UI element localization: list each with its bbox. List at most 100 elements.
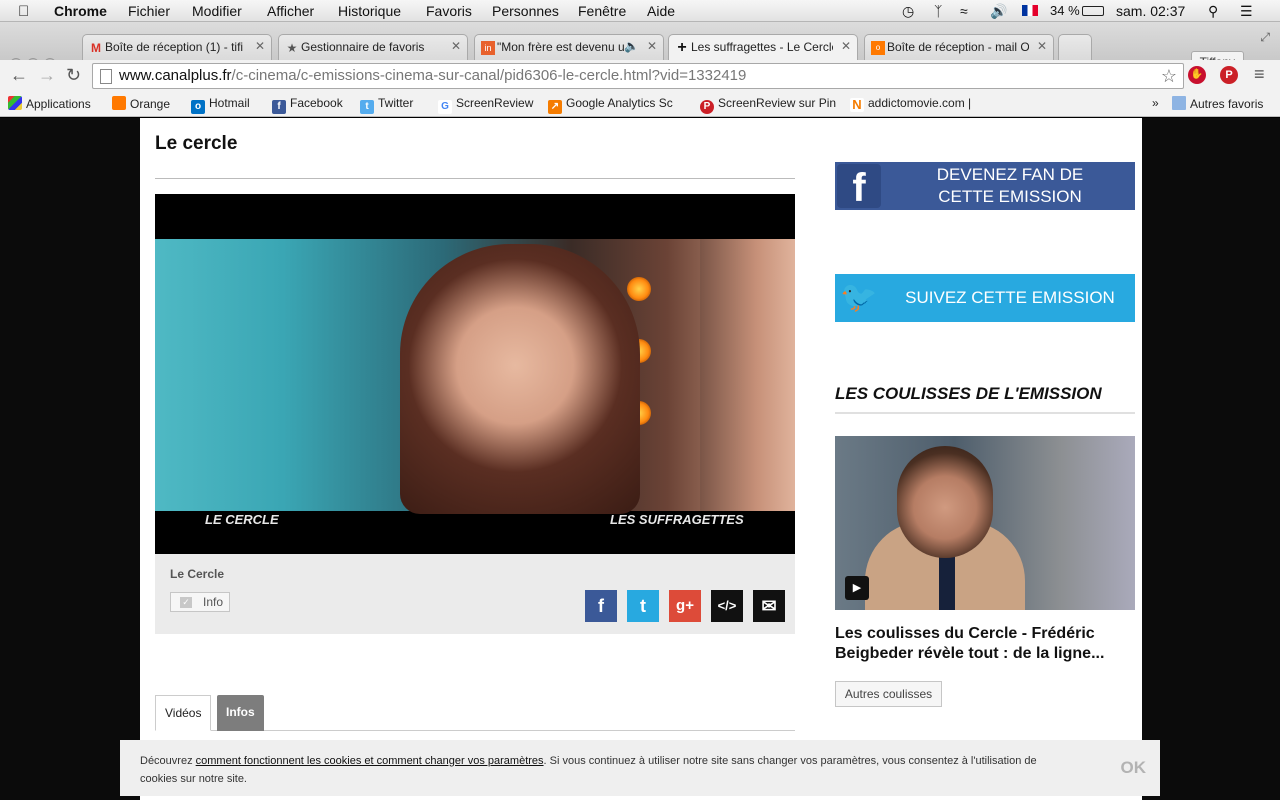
- forward-icon[interactable]: →: [38, 65, 56, 86]
- tab-le-cercle[interactable]: + Les suffragettes - Le Cercle ✕: [668, 34, 858, 61]
- pinterest-extension-icon[interactable]: P: [1220, 66, 1238, 84]
- play-icon[interactable]: ▶: [845, 576, 869, 600]
- bookmark-label: Google Analytics Sc: [566, 96, 673, 110]
- volume-icon[interactable]: 🔊: [990, 3, 1007, 20]
- new-tab-button[interactable]: [1058, 34, 1092, 60]
- close-tab-icon[interactable]: ✕: [1037, 39, 1047, 53]
- twitter-follow-banner[interactable]: 🐦 SUIVEZ CETTE EMISSION: [835, 274, 1135, 322]
- menu-personnes[interactable]: Personnes: [492, 3, 559, 19]
- divider: [155, 178, 795, 179]
- bookmark-screenreview-pinterest[interactable]: P ScreenReview sur Pin: [700, 96, 836, 114]
- tab-label: "Mon frère est devenu u: [497, 40, 625, 54]
- bookmark-google-analytics[interactable]: ↗ Google Analytics Sc: [548, 96, 686, 114]
- info-button-label: Info: [203, 595, 224, 609]
- battery-icon[interactable]: [1082, 6, 1104, 16]
- video-caption-topic: LES SUFFRAGETTES: [610, 512, 744, 527]
- facebook-banner-line1: DEVENEZ FAN DE: [936, 165, 1084, 184]
- address-bar[interactable]: www.canalplus.fr/c-cinema/c-emissions-ci…: [92, 63, 1184, 89]
- pinterest-icon: P: [700, 100, 714, 114]
- menu-app-name[interactable]: Chrome: [54, 3, 107, 19]
- bookmark-label: ScreenReview sur Pin: [718, 96, 836, 110]
- notification-center-icon[interactable]: ☰: [1240, 3, 1253, 20]
- back-icon[interactable]: ←: [10, 65, 28, 86]
- menu-fenetre[interactable]: Fenêtre: [578, 3, 626, 19]
- share-facebook-button[interactable]: f: [585, 590, 617, 622]
- tab-videos[interactable]: Vidéos: [155, 695, 212, 731]
- spotlight-search-icon[interactable]: ⚲: [1208, 3, 1218, 20]
- coulisses-heading: LES COULISSES DE L'EMISSION: [835, 384, 1135, 414]
- wifi-icon[interactable]: ≈: [960, 3, 968, 19]
- autres-coulisses-button[interactable]: Autres coulisses: [835, 681, 942, 707]
- tab-gmail[interactable]: M Boîte de réception (1) - tifi ✕: [82, 34, 272, 60]
- close-tab-icon[interactable]: ✕: [451, 39, 461, 53]
- cookie-ok-button[interactable]: OK: [1121, 758, 1147, 778]
- canalplus-icon: +: [677, 39, 687, 56]
- share-email-button[interactable]: ✉: [753, 590, 785, 622]
- facebook-fan-banner[interactable]: f DEVENEZ FAN DE CETTE EMISSION: [835, 162, 1135, 210]
- clock[interactable]: sam. 02:37: [1116, 3, 1185, 19]
- analytics-icon: ↗: [548, 100, 562, 114]
- tab-orange-mail[interactable]: o Boîte de réception - mail O ✕: [864, 34, 1054, 60]
- menu-aide[interactable]: Aide: [647, 3, 675, 19]
- page-content: Le cercle LE CERCLE LES SUFFRAGETTES Le …: [140, 118, 1142, 800]
- coulisses-video-thumbnail[interactable]: ▶: [835, 436, 1135, 610]
- facebook-icon: f: [272, 100, 286, 114]
- bluetooth-icon[interactable]: ᛉ: [934, 3, 942, 19]
- adblock-extension-icon[interactable]: ✋: [1188, 66, 1206, 84]
- menu-favoris[interactable]: Favoris: [426, 3, 472, 19]
- reload-icon[interactable]: ↻: [66, 65, 81, 86]
- bookmark-twitter[interactable]: t Twitter: [360, 96, 413, 114]
- studio-light: [627, 277, 651, 301]
- battery-percent[interactable]: 34 %: [1050, 3, 1080, 18]
- menu-afficher[interactable]: Afficher: [267, 3, 314, 19]
- mac-menubar:  Chrome Fichier Modifier Afficher Histo…: [0, 0, 1280, 22]
- facebook-banner-line2: CETTE EMISSION: [938, 187, 1082, 206]
- close-tab-icon[interactable]: ✕: [841, 39, 851, 53]
- bookmark-star-icon[interactable]: ☆: [1161, 66, 1177, 87]
- chrome-menu-icon[interactable]: ≡: [1254, 64, 1265, 85]
- video-player[interactable]: LE CERCLE LES SUFFRAGETTES: [155, 194, 795, 554]
- bookmark-label: Applications: [26, 97, 91, 111]
- tab-article[interactable]: in "Mon frère est devenu u 🔈 ✕: [474, 34, 664, 60]
- folder-icon: [1172, 96, 1186, 110]
- twitter-banner-text: SUIVEZ CETTE EMISSION: [905, 288, 1115, 307]
- thumbnail-person-tie: [939, 551, 955, 610]
- apple-icon[interactable]: : [18, 3, 29, 20]
- time-machine-icon[interactable]: ◷: [902, 3, 914, 20]
- share-twitter-button[interactable]: t: [627, 590, 659, 622]
- google-icon: G: [438, 100, 452, 114]
- menu-modifier[interactable]: Modifier: [192, 3, 242, 19]
- tab-label: Boîte de réception (1) - tifi: [105, 40, 244, 54]
- tab-infos[interactable]: Infos: [217, 695, 264, 731]
- fullscreen-icon[interactable]: ⤢: [1260, 30, 1270, 45]
- browser-toolbar: ← → ↻ www.canalplus.fr/c-cinema/c-emissi…: [0, 60, 1280, 92]
- bookmark-orange[interactable]: Orange: [112, 96, 170, 111]
- bookmark-addictomovie[interactable]: Naddictomovie.com |: [850, 96, 971, 112]
- bookmark-label: Facebook: [290, 96, 343, 110]
- bookmark-facebook[interactable]: f Facebook: [272, 96, 343, 114]
- close-tab-icon[interactable]: ✕: [647, 39, 657, 53]
- bookmark-label: Twitter: [378, 96, 414, 110]
- coulisses-video-title[interactable]: Les coulisses du Cercle - Frédéric Beigb…: [835, 624, 1135, 664]
- share-googleplus-button[interactable]: g+: [669, 590, 701, 622]
- tab-bookmark-manager[interactable]: ★ Gestionnaire de favoris ✕: [278, 34, 468, 60]
- menu-historique[interactable]: Historique: [338, 3, 401, 19]
- bookmark-other[interactable]: Autres favoris: [1172, 96, 1263, 111]
- cookie-text: Découvrez comment fonctionnent les cooki…: [140, 752, 1070, 788]
- info-button[interactable]: ✓ Info: [170, 592, 230, 612]
- embed-code-button[interactable]: </>: [711, 590, 743, 622]
- video-title: Le Cercle: [170, 567, 225, 581]
- star-icon: ★: [286, 41, 298, 55]
- bookmark-screenreview[interactable]: G ScreenReview: [438, 96, 533, 114]
- close-tab-icon[interactable]: ✕: [255, 39, 265, 53]
- bookmark-hotmail[interactable]: o Hotmail: [191, 96, 250, 114]
- bookmarks-overflow-button[interactable]: »: [1152, 96, 1159, 110]
- bookmarks-bar: Applications Orange o Hotmail f Facebook t…: [0, 92, 1280, 117]
- bookmark-applications[interactable]: Applications: [8, 96, 91, 111]
- cookie-policy-link[interactable]: comment fonctionnent les cookies et comm…: [196, 755, 544, 767]
- apps-grid-icon: [8, 96, 22, 110]
- input-source-flag-icon[interactable]: [1022, 5, 1038, 16]
- page-title: Le cercle: [155, 133, 238, 154]
- menu-fichier[interactable]: Fichier: [128, 3, 170, 19]
- tab-label: Gestionnaire de favoris: [301, 40, 425, 54]
